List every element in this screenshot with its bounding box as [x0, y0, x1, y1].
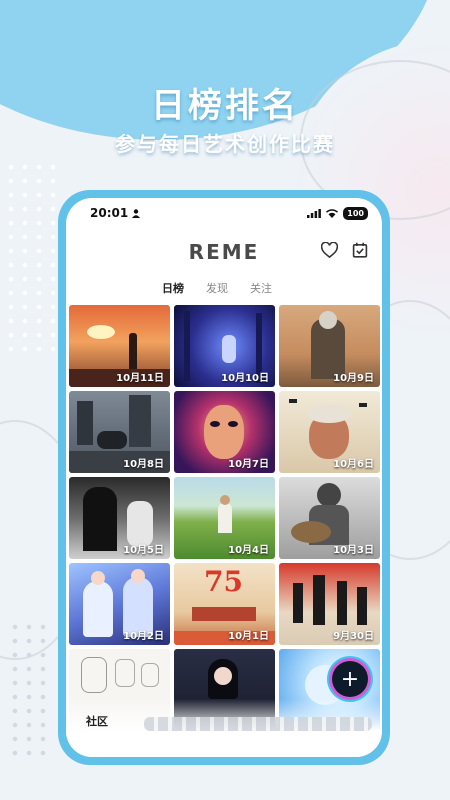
cellular-signal-icon: [307, 208, 322, 218]
tab-daily[interactable]: 日榜: [162, 280, 184, 296]
artwork-card[interactable]: 10月10日: [174, 305, 275, 387]
calendar-icon[interactable]: [352, 242, 368, 258]
community-label[interactable]: 社区: [86, 713, 108, 729]
artwork-date: 10月2日: [123, 631, 164, 642]
battery-indicator: 100: [343, 206, 368, 220]
tab-following[interactable]: 关注: [250, 280, 272, 296]
create-post-button[interactable]: +: [332, 661, 368, 697]
tab-bar: 日榜 发现 关注: [66, 280, 382, 296]
artwork-card[interactable]: 10月3日: [279, 477, 380, 559]
artwork-date: 10月7日: [228, 459, 269, 470]
artwork-date: 9月30日: [333, 631, 374, 642]
artwork-card[interactable]: 75 10月1日: [174, 563, 275, 645]
status-time: 20:01: [90, 206, 129, 220]
app-header: REME: [66, 238, 382, 268]
heart-icon[interactable]: [321, 242, 338, 258]
artwork-date: 10月9日: [333, 373, 374, 384]
wifi-icon: [326, 208, 339, 218]
artwork-date: 10月4日: [228, 545, 269, 556]
phone-screen: 20:01 100 REME 日榜 发现 关注 10月11日 10月10日 10…: [66, 198, 382, 757]
artwork-date: 10月8日: [123, 459, 164, 470]
background-dots: [8, 620, 54, 760]
artwork-card[interactable]: 9月30日: [279, 563, 380, 645]
artwork-date: 10月10日: [221, 373, 269, 384]
artwork-card[interactable]: 10月5日: [69, 477, 170, 559]
artwork-date: 10月6日: [333, 459, 374, 470]
artwork-grid: 10月11日 10月10日 10月9日 10月8日 10月7日 10月6日 10…: [69, 305, 380, 731]
app-logo: REME: [188, 240, 260, 264]
status-bar: 20:01 100: [66, 198, 382, 228]
artwork-date: 10月11日: [116, 373, 164, 384]
artwork-card[interactable]: 10月4日: [174, 477, 275, 559]
artwork-date: 10月3日: [333, 545, 374, 556]
blurred-caption: [144, 717, 372, 731]
poster-number: 75: [204, 565, 243, 598]
tab-discover[interactable]: 发现: [206, 280, 228, 296]
phone-frame: 20:01 100 REME 日榜 发现 关注 10月11日 10月10日 10…: [58, 190, 390, 765]
artwork-card[interactable]: 10月11日: [69, 305, 170, 387]
artwork-date: 10月5日: [123, 545, 164, 556]
person-icon: [132, 208, 141, 218]
banner-subtitle: 参与每日艺术创作比赛: [115, 132, 335, 156]
banner-title: 日榜排名: [151, 86, 299, 126]
artwork-date: 10月1日: [228, 631, 269, 642]
artwork-card[interactable]: 10月2日: [69, 563, 170, 645]
artwork-card[interactable]: 10月6日: [279, 391, 380, 473]
background-dots: [4, 160, 64, 360]
artwork-card[interactable]: 10月9日: [279, 305, 380, 387]
artwork-card[interactable]: 10月7日: [174, 391, 275, 473]
artwork-card[interactable]: 10月8日: [69, 391, 170, 473]
